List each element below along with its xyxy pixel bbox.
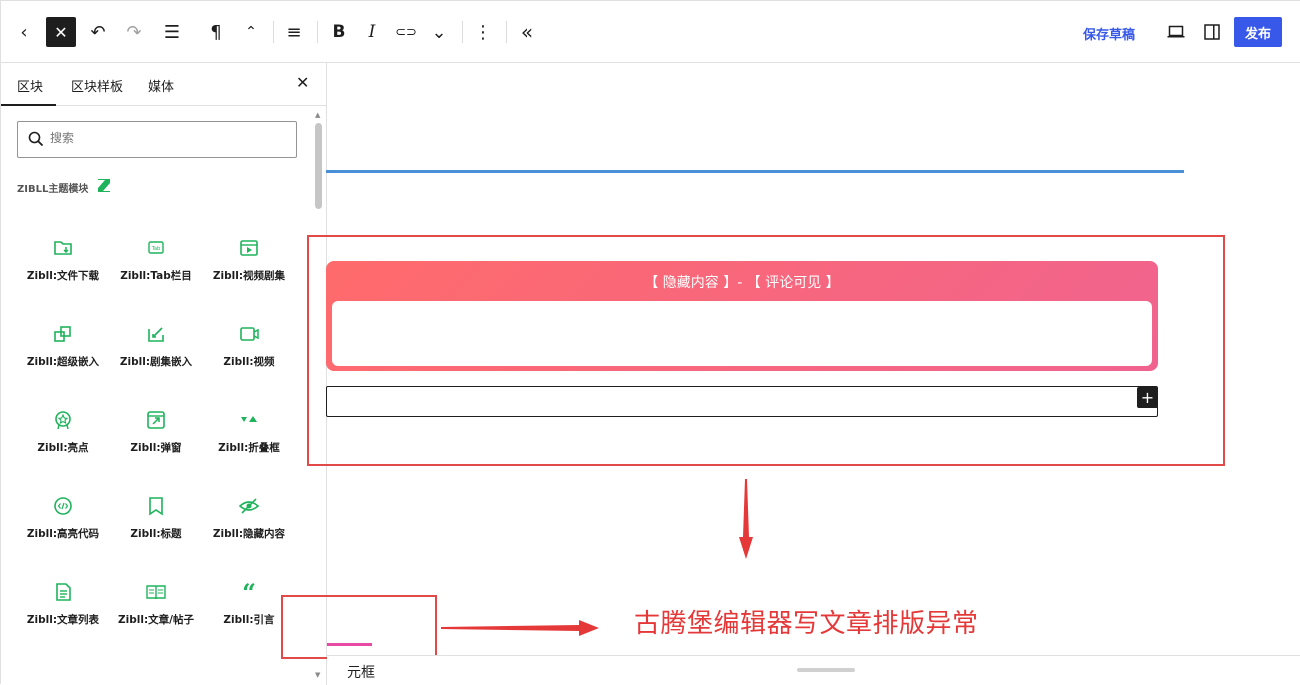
close-inserter-button[interactable]: ✕: [46, 17, 76, 47]
inserter-tabs: 区块 区块样板 媒体 ✕: [1, 63, 326, 106]
zibll-logo-icon: [98, 179, 110, 192]
block-inserter-panel: 区块 区块样板 媒体 ✕ ZIBLL主题模块 ▲ ▼ Zibll:文件下载 Ta…: [1, 63, 327, 685]
tab-patterns[interactable]: 区块样板: [71, 76, 123, 95]
breadcrumb[interactable]: 元框: [347, 662, 375, 682]
block-label: Zibll:折叠框: [218, 442, 280, 454]
block-item[interactable]: Zibll:视频: [201, 323, 297, 393]
toolbar-divider: [462, 21, 463, 43]
tab-media[interactable]: 媒体: [148, 76, 174, 95]
move-arrows-icon[interactable]: ⌃: [236, 17, 266, 47]
annotation-highlight-box-small: [281, 595, 437, 659]
search-input[interactable]: [50, 131, 280, 145]
active-tab-indicator: [1, 104, 56, 106]
empty-paragraph-block[interactable]: [326, 386, 1158, 417]
back-icon[interactable]: ‹: [9, 17, 39, 47]
eye-slash-icon: [238, 498, 260, 514]
block-item[interactable]: Zibll:视频剧集: [201, 237, 297, 307]
editor-window: ‹ ✕ ↶ ↷ ☰ ¶ ⌃ ≡ B I ⊂⊃ ⌄ ⋮ « 保存草稿 发布 区块 …: [0, 0, 1300, 685]
video-icon: [240, 327, 259, 341]
block-label: Zibll:隐藏内容: [212, 528, 286, 540]
block-item[interactable]: Zibll:剧集嵌入: [108, 323, 204, 393]
scrollbar[interactable]: [315, 123, 322, 209]
block-label: Zibll:视频剧集: [212, 270, 286, 282]
block-label: Zibll:超级嵌入: [26, 356, 100, 368]
popup-icon: [147, 411, 165, 429]
publish-button[interactable]: 发布: [1234, 17, 1282, 47]
preview-icon[interactable]: [1161, 17, 1191, 47]
hidden-content-block[interactable]: 【 隐藏内容 】- 【 评论可见 】: [326, 261, 1158, 371]
tab-blocks[interactable]: 区块: [17, 76, 43, 95]
block-item[interactable]: Zibll:折叠框: [201, 409, 297, 479]
block-item[interactable]: Zibll:高亮代码: [15, 495, 111, 565]
toolbar-divider: [506, 21, 507, 43]
collapse-toolbar-icon[interactable]: «: [512, 17, 542, 47]
svg-text:Tab: Tab: [151, 246, 160, 252]
resize-handle[interactable]: [797, 668, 855, 672]
block-label: Zibll:高亮代码: [26, 528, 100, 540]
annotation-arrow-right: [441, 620, 599, 636]
collapse-icon: [241, 416, 257, 422]
bookmark-icon: [149, 497, 163, 516]
block-label: Zibll:剧集嵌入: [119, 356, 193, 368]
block-item[interactable]: Zibll:文件下载: [15, 237, 111, 307]
video-series-icon: [240, 240, 258, 256]
series-embed-icon: [148, 327, 164, 342]
block-item[interactable]: Zibll:文章列表: [15, 581, 111, 651]
block-label: Zibll:Tab栏目: [120, 270, 192, 282]
badge-icon: [55, 411, 71, 430]
block-label: Zibll:视频: [223, 356, 275, 368]
pink-underline: [327, 643, 372, 646]
block-label: Zibll:标题: [130, 528, 182, 540]
options-icon[interactable]: ⋮: [468, 17, 498, 47]
list-view-icon[interactable]: ☰: [157, 17, 187, 47]
meta-box-bar: 元框: [327, 655, 1300, 685]
top-toolbar: ‹ ✕ ↶ ↷ ☰ ¶ ⌃ ≡ B I ⊂⊃ ⌄ ⋮ « 保存草稿 发布: [1, 1, 1300, 63]
search-box: [17, 121, 297, 158]
quote-icon: “: [242, 581, 256, 603]
scroll-up-icon[interactable]: ▲: [315, 111, 320, 119]
block-item[interactable]: Zibll:标题: [108, 495, 204, 565]
italic-button[interactable]: I: [357, 17, 387, 47]
embed-icon: [54, 326, 71, 342]
tab-icon: Tab: [148, 241, 164, 254]
link-icon[interactable]: ⊂⊃: [391, 17, 421, 47]
hidden-content-title: 【 隐藏内容 】- 【 评论可见 】: [644, 275, 840, 291]
block-label: Zibll:文章/帖子: [118, 614, 194, 626]
hidden-content-body[interactable]: [332, 301, 1152, 366]
folder-download-icon: [54, 241, 72, 255]
toolbar-divider: [317, 21, 318, 43]
toolbar-divider: [273, 21, 274, 43]
block-label: Zibll:亮点: [37, 442, 89, 454]
block-item[interactable]: Zibll:隐藏内容: [201, 495, 297, 565]
category-title: ZIBLL主题模块: [17, 184, 89, 195]
more-rich-text-icon[interactable]: ⌄: [424, 17, 454, 47]
search-icon: [28, 131, 44, 147]
scroll-down-icon[interactable]: ▼: [315, 671, 320, 679]
save-draft-button[interactable]: 保存草稿: [1083, 24, 1135, 43]
block-item[interactable]: Zibll:超级嵌入: [15, 323, 111, 393]
close-icon[interactable]: ✕: [296, 73, 309, 92]
book-icon: [146, 585, 166, 600]
block-label: Zibll:文件下载: [26, 270, 100, 282]
add-block-button[interactable]: +: [1137, 387, 1158, 408]
annotation-arrow-down: [739, 479, 753, 559]
document-list-icon: [56, 583, 71, 601]
redo-icon[interactable]: ↷: [119, 17, 149, 47]
block-label: Zibll:文章列表: [26, 614, 100, 626]
separator-block[interactable]: [326, 170, 1184, 173]
settings-sidebar-icon[interactable]: [1197, 17, 1227, 47]
block-item[interactable]: Tab Zibll:Tab栏目: [108, 237, 204, 307]
align-icon[interactable]: ≡: [279, 17, 309, 47]
undo-icon[interactable]: ↶: [83, 17, 113, 47]
block-label: Zibll:弹窗: [130, 442, 182, 454]
block-item[interactable]: Zibll:亮点: [15, 409, 111, 479]
code-icon: [54, 497, 72, 515]
annotation-text: 古腾堡编辑器写文章排版异常: [634, 609, 979, 639]
block-item[interactable]: Zibll:弹窗: [108, 409, 204, 479]
paragraph-icon[interactable]: ¶: [201, 17, 231, 47]
svg-text:“: “: [242, 581, 256, 603]
block-item[interactable]: Zibll:文章/帖子: [108, 581, 204, 651]
bold-button[interactable]: B: [324, 17, 354, 47]
